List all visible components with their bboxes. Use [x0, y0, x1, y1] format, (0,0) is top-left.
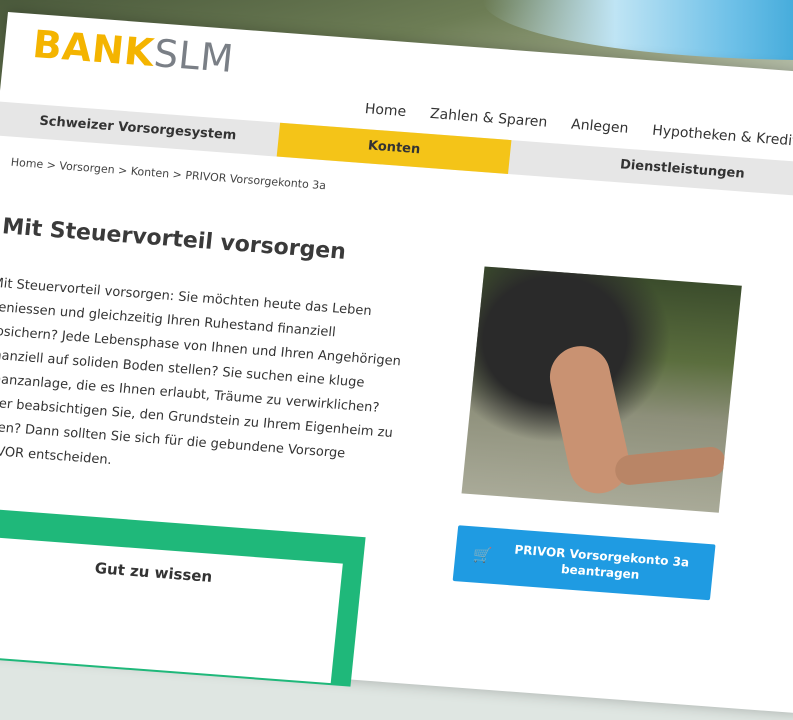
breadcrumb[interactable]: Home > Vorsorgen > Konten > PRIVOR Vorso…: [10, 156, 326, 193]
nav-home[interactable]: Home: [364, 101, 407, 120]
logo-slm-text: SLM: [151, 31, 236, 81]
web-page: BANKSLM Home Zahlen & Sparen Anlegen Hyp…: [0, 12, 793, 714]
info-box-inner: Gut zu wissen: [0, 535, 343, 684]
nav-hypotheken-kredit[interactable]: Hypotheken & Kredit: [651, 123, 793, 150]
nav-zahlen-sparen[interactable]: Zahlen & Sparen: [429, 106, 548, 131]
subnav-konten[interactable]: Konten: [276, 122, 512, 174]
info-box: Gut zu wissen: [0, 506, 366, 687]
cart-icon: 🛒: [472, 545, 493, 565]
intro-paragraph: Mit Steuervorteil vorsorgen: Sie möchten…: [0, 275, 402, 468]
page-title: Mit Steuervorteil vorsorgen: [1, 214, 348, 265]
subnav-dienstleistungen[interactable]: Dienstleistungen: [508, 140, 793, 200]
hero-photo: [461, 266, 742, 513]
bank-logo[interactable]: BANKSLM: [31, 22, 236, 81]
logo-bank-text: BANK: [30, 22, 157, 75]
subnav-schweizer-vorsorgesystem[interactable]: Schweizer Vorsorgesystem: [0, 102, 280, 157]
photo-leg-shape: [614, 445, 727, 487]
info-box-title: Gut zu wissen: [93, 559, 214, 586]
nav-anlegen[interactable]: Anlegen: [570, 117, 629, 137]
apply-button-label: PRIVOR Vorsorgekonto 3a beantragen: [498, 540, 715, 588]
apply-privor-button[interactable]: 🛒 PRIVOR Vorsorgekonto 3a beantragen: [452, 525, 716, 601]
